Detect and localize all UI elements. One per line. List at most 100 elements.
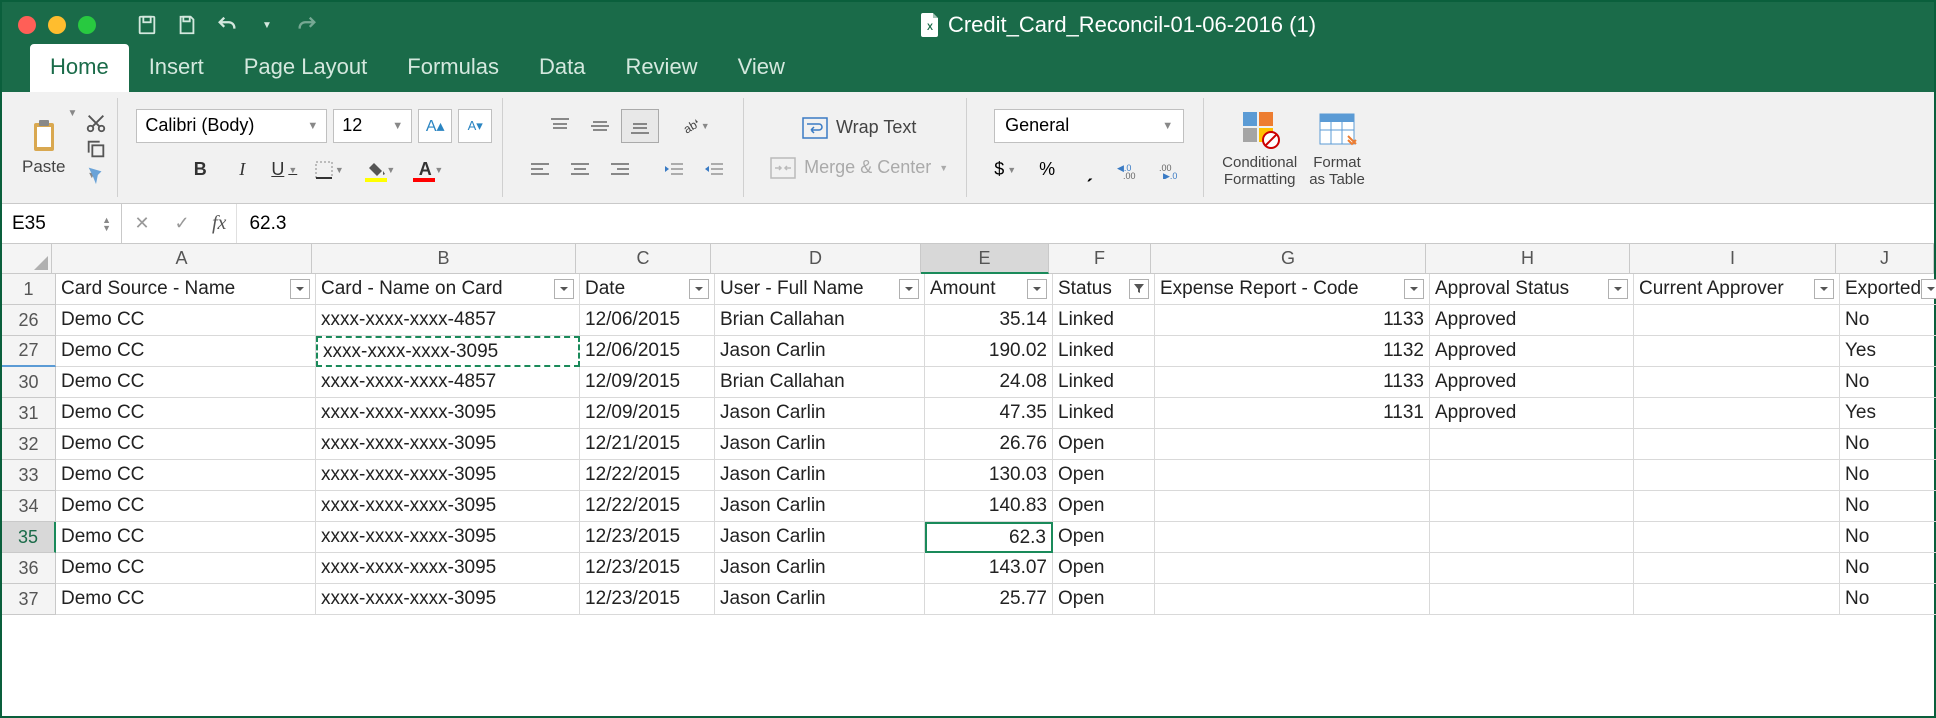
cell[interactable]: No (1840, 429, 1936, 460)
tab-home[interactable]: Home (30, 44, 129, 92)
underline-button[interactable]: U▼ (266, 153, 302, 187)
filter-button[interactable] (689, 279, 709, 299)
cell[interactable]: Brian Callahan (715, 305, 925, 336)
cell[interactable]: 140.83 (925, 491, 1053, 522)
cell[interactable]: No (1840, 553, 1936, 584)
cell[interactable]: xxxx-xxxx-xxxx-3095 (316, 553, 580, 584)
header-cell[interactable]: Exported (1840, 274, 1936, 305)
align-left-icon[interactable] (521, 153, 559, 187)
filter-button[interactable] (899, 279, 919, 299)
cell[interactable]: 12/23/2015 (580, 553, 715, 584)
cell[interactable]: 130.03 (925, 460, 1053, 491)
italic-button[interactable]: I (224, 153, 260, 187)
cell[interactable]: 12/09/2015 (580, 367, 715, 398)
cell[interactable]: Open (1053, 553, 1155, 584)
column-header-B[interactable]: B (312, 244, 576, 274)
cell[interactable]: Yes (1840, 336, 1936, 367)
cell[interactable] (1430, 460, 1634, 491)
cell[interactable]: Open (1053, 584, 1155, 615)
cell[interactable]: Demo CC (56, 491, 316, 522)
cell[interactable] (1634, 305, 1840, 336)
cell[interactable] (1634, 367, 1840, 398)
cell[interactable]: Open (1053, 429, 1155, 460)
cell[interactable]: Linked (1053, 398, 1155, 429)
cell[interactable] (1634, 460, 1840, 491)
cell[interactable]: xxxx-xxxx-xxxx-3095 (316, 398, 580, 429)
column-header-I[interactable]: I (1630, 244, 1836, 274)
align-right-icon[interactable] (601, 153, 639, 187)
cell[interactable] (1155, 491, 1430, 522)
cell[interactable]: Demo CC (56, 336, 316, 367)
close-window-button[interactable] (18, 16, 36, 34)
bold-button[interactable]: B (182, 153, 218, 187)
cell[interactable]: 12/22/2015 (580, 491, 715, 522)
cell[interactable]: No (1840, 491, 1936, 522)
cell[interactable] (1634, 398, 1840, 429)
align-middle-icon[interactable] (581, 109, 619, 143)
column-header-J[interactable]: J (1836, 244, 1934, 274)
save-icon[interactable] (136, 14, 158, 36)
increase-decimal-icon[interactable]: ◀.0.00 (1111, 153, 1151, 187)
paste-dropdown-icon[interactable]: ▼ (67, 108, 77, 119)
filter-button[interactable] (554, 279, 574, 299)
cancel-formula-icon[interactable]: ✕ (122, 204, 162, 243)
cell[interactable]: Open (1053, 491, 1155, 522)
name-box-spinner-icon[interactable]: ▲▼ (102, 216, 111, 232)
header-cell[interactable]: Status (1053, 274, 1155, 305)
cell[interactable] (1155, 584, 1430, 615)
cell[interactable]: 190.02 (925, 336, 1053, 367)
redo-icon[interactable] (296, 14, 318, 36)
cell[interactable]: Yes (1840, 398, 1936, 429)
cell[interactable]: Demo CC (56, 367, 316, 398)
cell[interactable]: Approved (1430, 305, 1634, 336)
cell[interactable]: 26.76 (925, 429, 1053, 460)
cell[interactable]: Jason Carlin (715, 398, 925, 429)
cell[interactable]: Approved (1430, 336, 1634, 367)
currency-button[interactable]: $▼ (985, 153, 1025, 187)
minimize-window-button[interactable] (48, 16, 66, 34)
cell[interactable]: Open (1053, 460, 1155, 491)
cell[interactable]: 35.14 (925, 305, 1053, 336)
copy-icon[interactable]: ▼ (85, 138, 107, 158)
cell[interactable]: No (1840, 584, 1936, 615)
cell[interactable] (1634, 336, 1840, 367)
header-cell[interactable]: User - Full Name (715, 274, 925, 305)
column-header-A[interactable]: A (52, 244, 312, 274)
row-header-32[interactable]: 32 (2, 429, 56, 460)
row-header-27[interactable]: 27 (2, 336, 56, 367)
cell[interactable]: Jason Carlin (715, 553, 925, 584)
font-name-select[interactable]: Calibri (Body)▼ (136, 109, 327, 143)
filter-button[interactable] (1921, 279, 1936, 299)
cell[interactable]: Open (1053, 522, 1155, 553)
orientation-icon[interactable]: ab▼ (675, 109, 713, 143)
cell[interactable]: Jason Carlin (715, 491, 925, 522)
cell[interactable] (1634, 553, 1840, 584)
cell[interactable]: xxxx-xxxx-xxxx-3095 (316, 429, 580, 460)
cell[interactable]: Demo CC (56, 522, 316, 553)
cell[interactable]: No (1840, 367, 1936, 398)
format-painter-icon[interactable] (85, 164, 107, 184)
percent-button[interactable]: % (1027, 153, 1067, 187)
filter-button[interactable] (1814, 279, 1834, 299)
cell[interactable]: Jason Carlin (715, 336, 925, 367)
formula-input[interactable]: 62.3 (237, 213, 1934, 235)
cell[interactable]: 1133 (1155, 305, 1430, 336)
column-header-G[interactable]: G (1151, 244, 1426, 274)
undo-dropdown-icon[interactable]: ▼ (256, 14, 278, 36)
undo-icon[interactable] (216, 14, 238, 36)
cell[interactable]: Jason Carlin (715, 429, 925, 460)
align-center-icon[interactable] (561, 153, 599, 187)
header-cell[interactable]: Card Source - Name (56, 274, 316, 305)
decrease-indent-icon[interactable] (655, 153, 693, 187)
decrease-font-icon[interactable]: A▾ (458, 109, 492, 143)
cell[interactable]: 62.3 (925, 522, 1053, 553)
row-header-31[interactable]: 31 (2, 398, 56, 429)
tab-data[interactable]: Data (519, 44, 605, 92)
cell[interactable] (1634, 491, 1840, 522)
cell[interactable]: Jason Carlin (715, 460, 925, 491)
cut-icon[interactable] (85, 112, 107, 132)
cell[interactable]: xxxx-xxxx-xxxx-3095 (316, 460, 580, 491)
cell[interactable]: Linked (1053, 336, 1155, 367)
select-all-corner[interactable] (2, 244, 52, 274)
cell[interactable]: xxxx-xxxx-xxxx-3095 (316, 584, 580, 615)
